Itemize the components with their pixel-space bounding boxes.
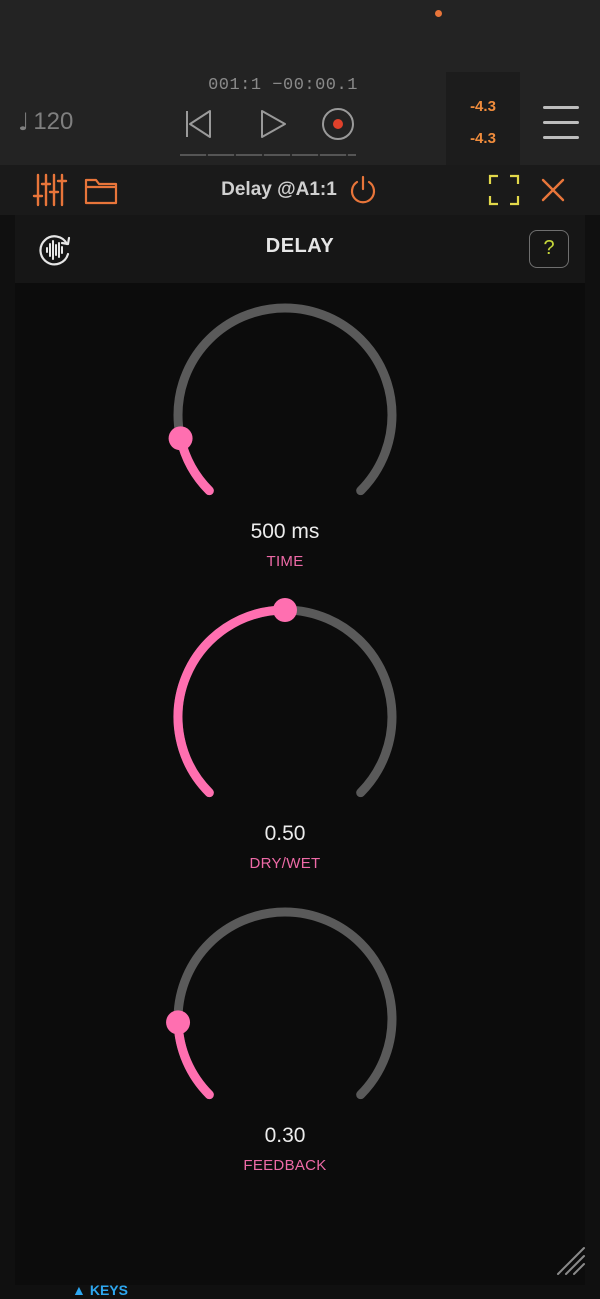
- playhead-position: 001:1 −00:00.1: [208, 76, 358, 95]
- transport-bar: ♩ 120 001:1 −00:00.1 -4.3 -4.3: [0, 0, 600, 165]
- knob-handle[interactable]: [166, 1010, 191, 1035]
- menu-button[interactable]: [543, 104, 579, 140]
- meter-right-value: -4.3: [470, 130, 496, 147]
- tempo-display[interactable]: ♩ 120: [18, 108, 73, 136]
- drywet-value: 0.50: [264, 822, 306, 845]
- skip-back-icon: [186, 110, 211, 138]
- resize-handle-icon[interactable]: [554, 1244, 586, 1276]
- feedback-label: FEEDBACK: [243, 1157, 327, 1174]
- knob-handle[interactable]: [168, 426, 193, 451]
- play-button[interactable]: [249, 102, 293, 146]
- time-knob-group: 500 ms TIME: [160, 295, 410, 585]
- mixer-icon: [32, 173, 68, 207]
- feedback-knob[interactable]: [160, 899, 410, 1129]
- time-value: 500 ms: [250, 520, 320, 543]
- record-icon: [322, 108, 354, 140]
- knob-value-arc: [173, 605, 290, 798]
- time-label: TIME: [266, 553, 304, 570]
- device-title: DELAY: [265, 235, 335, 257]
- panel-header: Delay @A1:1: [0, 165, 600, 215]
- keys-label: KEYS: [89, 1282, 128, 1298]
- rewind-button[interactable]: [176, 102, 220, 146]
- level-meter: -4.3 -4.3: [446, 72, 520, 165]
- knob-track: [173, 907, 397, 1100]
- feedback-value: 0.30: [264, 1124, 306, 1147]
- help-button[interactable]: ?: [529, 230, 569, 268]
- feedback-knob-group: 0.30 FEEDBACK: [160, 899, 410, 1189]
- device-header: DELAY ?: [15, 215, 585, 283]
- meter-left-value: -4.3: [470, 98, 496, 115]
- close-icon: [541, 178, 565, 202]
- panel-title: Delay @A1:1: [221, 179, 337, 200]
- status-dot: [435, 10, 442, 17]
- knob-track: [173, 303, 397, 496]
- drywet-label: DRY/WET: [249, 855, 321, 872]
- knob-handle[interactable]: [273, 598, 297, 622]
- triangle-up-icon: ▲: [72, 1282, 86, 1298]
- close-button[interactable]: [535, 172, 571, 208]
- folder-button[interactable]: [83, 172, 119, 208]
- fullscreen-icon: [488, 174, 520, 206]
- drywet-knob-group: 0.50 DRY/WET: [160, 597, 410, 887]
- menu-icon: [543, 106, 579, 109]
- music-note-icon: ♩: [18, 108, 30, 136]
- fullscreen-button[interactable]: [486, 172, 522, 208]
- play-icon: [261, 110, 286, 138]
- keys-toggle[interactable]: ▲ KEYS: [72, 1282, 128, 1298]
- folder-icon: [84, 178, 118, 205]
- power-icon[interactable]: [347, 174, 379, 206]
- mixer-button[interactable]: [32, 172, 68, 208]
- record-button[interactable]: [316, 102, 360, 146]
- tempo-value: 120: [33, 108, 74, 135]
- timeline-scrubber[interactable]: [180, 154, 356, 156]
- drywet-knob[interactable]: [160, 597, 410, 827]
- time-knob[interactable]: [160, 295, 410, 525]
